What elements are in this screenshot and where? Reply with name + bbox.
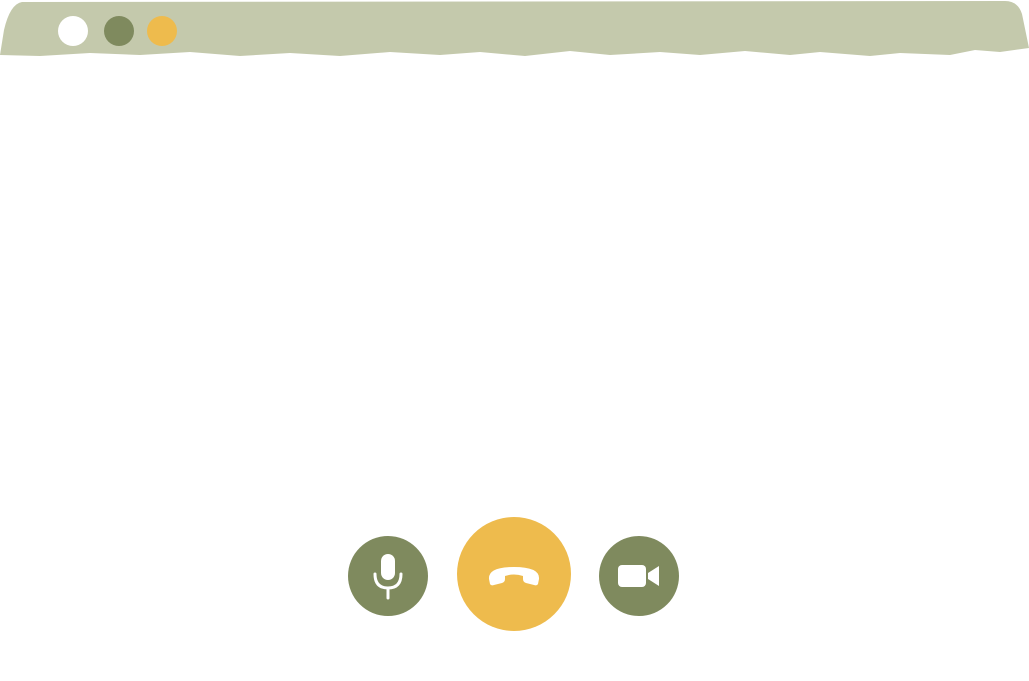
minimize-window-button[interactable] xyxy=(104,16,134,46)
phone-hangup-icon xyxy=(486,561,542,587)
video-area xyxy=(0,58,1029,508)
close-window-button[interactable] xyxy=(58,16,88,46)
microphone-icon xyxy=(371,552,405,600)
call-window xyxy=(0,0,1029,681)
hang-up-button[interactable] xyxy=(457,517,571,631)
title-bar[interactable] xyxy=(0,0,1029,58)
mute-button[interactable] xyxy=(348,536,428,616)
camera-button[interactable] xyxy=(599,536,679,616)
video-camera-icon xyxy=(617,563,661,589)
call-controls xyxy=(0,516,1029,636)
maximize-window-button[interactable] xyxy=(147,16,177,46)
